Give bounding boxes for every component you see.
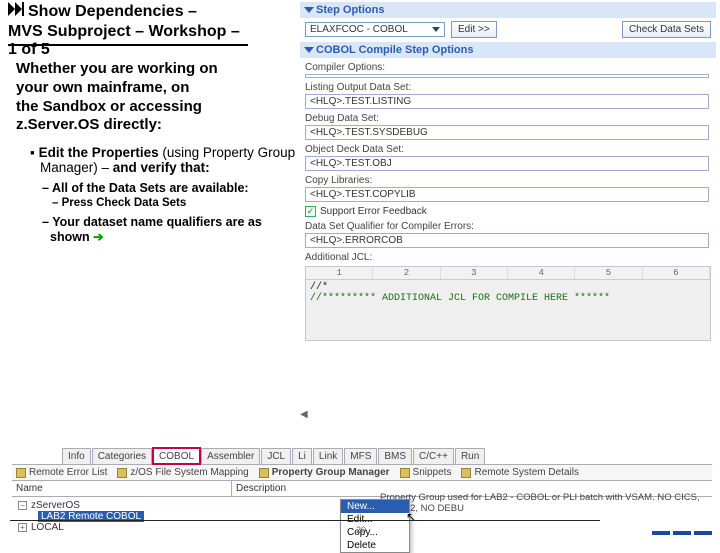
step-select-dropdown[interactable]: ELAXFCOC - COBOL [305,22,445,37]
collapse-icon[interactable]: – [18,501,27,510]
view-snippets[interactable]: Snippets [400,467,452,478]
tab-li[interactable]: Li [292,448,312,464]
view-remote-system-details[interactable]: Remote System Details [461,467,578,478]
jcl-line-1: //* [310,282,706,293]
para-line1: Whether you are working on [16,60,218,77]
bullet-edit-properties: ▪ Edit the Properties (using Property Gr… [30,145,298,175]
expand-icon[interactable]: + [18,523,27,532]
tab-cpp[interactable]: C/C++ [413,448,454,464]
tab-categories[interactable]: Categories [92,448,152,464]
input-listing-ds[interactable]: <HLQ>.TEST.LISTING [305,94,709,109]
view-icon [400,468,410,478]
view-icon [461,468,471,478]
bullet-qualifiers-shown: – Your dataset name qualifiers are as sh… [42,215,298,244]
col-name: Name [12,481,232,496]
slide-title-line3: 1 of 5 [8,41,50,58]
expand-icon [304,7,314,13]
menu-new[interactable]: New... [341,500,409,513]
check-data-sets-button[interactable]: Check Data Sets [622,21,711,38]
menu-delete[interactable]: Delete [341,539,409,552]
additional-jcl-editor[interactable]: 123 456 //* //********* ADDITIONAL JCL F… [305,266,711,341]
view-property-group-manager[interactable]: Property Group Manager [259,467,390,478]
fast-forward-icon [8,2,24,22]
label-listing-ds: Listing Output Data Set: [305,82,711,93]
para-line2: your own mainframe, on [16,79,189,96]
label-object-ds: Object Deck Data Set: [305,144,711,155]
checkbox-error-feedback[interactable]: ✓ Support Error Feedback [305,206,711,217]
para-line4: z.Server.OS directly: [16,116,162,133]
slide-title-line2: MVS Subproject – Workshop – [8,23,240,40]
label-copy-libs: Copy Libraries: [305,175,711,186]
input-object-ds[interactable]: <HLQ>.TEST.OBJ [305,156,709,171]
page-number: 20 [356,525,366,535]
scroll-left-icon[interactable]: ◀ [300,409,308,420]
step-options-panel: Step Options ELAXFCOC - COBOL Edit >> Ch… [300,2,716,422]
properties-tab-bar: Info Categories COBOL Assembler JCL Li L… [12,448,712,465]
input-ds-qualifier[interactable]: <HLQ>.ERRORCOB [305,233,709,248]
label-additional-jcl: Additional JCL: [305,252,711,263]
bullet-press-check: – Press Check Data Sets [52,197,298,209]
check-icon: ✓ [305,206,316,217]
view-icon [117,468,127,478]
tab-cobol[interactable]: COBOL [153,448,200,464]
chevron-down-icon [432,27,440,32]
tab-mfs[interactable]: MFS [344,448,377,464]
slide-title-line1: Show Dependencies – [28,3,197,20]
expand-icon [304,47,314,53]
tab-info[interactable]: Info [62,448,91,464]
edit-button[interactable]: Edit >> [451,21,497,38]
footer-logo [652,526,712,536]
cursor-icon: ↖ [406,510,416,524]
view-icon [259,468,269,478]
label-compiler-options: Compiler Options: [305,62,711,73]
tab-bms[interactable]: BMS [378,448,412,464]
tab-jcl[interactable]: JCL [261,448,291,464]
property-group-description: Property Group used for LAB2 - COBOL or … [380,492,710,514]
tab-assembler[interactable]: Assembler [201,448,260,464]
input-debug-ds[interactable]: <HLQ>.TEST.SYSDEBUG [305,125,709,140]
label-debug-ds: Debug Data Set: [305,113,711,124]
para-line3: the Sandbox or accessing [16,98,202,115]
context-menu: New... Edit... Copy... Delete [340,499,410,553]
menu-copy[interactable]: Copy... [341,526,409,539]
view-remote-error-list[interactable]: Remote Error List [16,467,107,478]
view-zos-file-mapping[interactable]: z/OS File System Mapping [117,467,248,478]
section-step-options[interactable]: Step Options [300,2,716,18]
view-tab-bar: Remote Error List z/OS File System Mappi… [12,465,712,481]
footer-divider [10,520,600,521]
view-icon [16,468,26,478]
tab-run[interactable]: Run [455,448,485,464]
tab-link[interactable]: Link [313,448,343,464]
input-compiler-options[interactable] [305,74,709,78]
label-ds-qualifier: Data Set Qualifier for Compiler Errors: [305,221,711,232]
bullet-datasets-available: – All of the Data Sets are available: [42,181,298,195]
input-copy-libs[interactable]: <HLQ>.TEST.COPYLIB [305,187,709,202]
section-cobol-compile[interactable]: COBOL Compile Step Options [300,42,716,58]
jcl-line-2: //********* ADDITIONAL JCL FOR COMPILE H… [310,293,706,304]
